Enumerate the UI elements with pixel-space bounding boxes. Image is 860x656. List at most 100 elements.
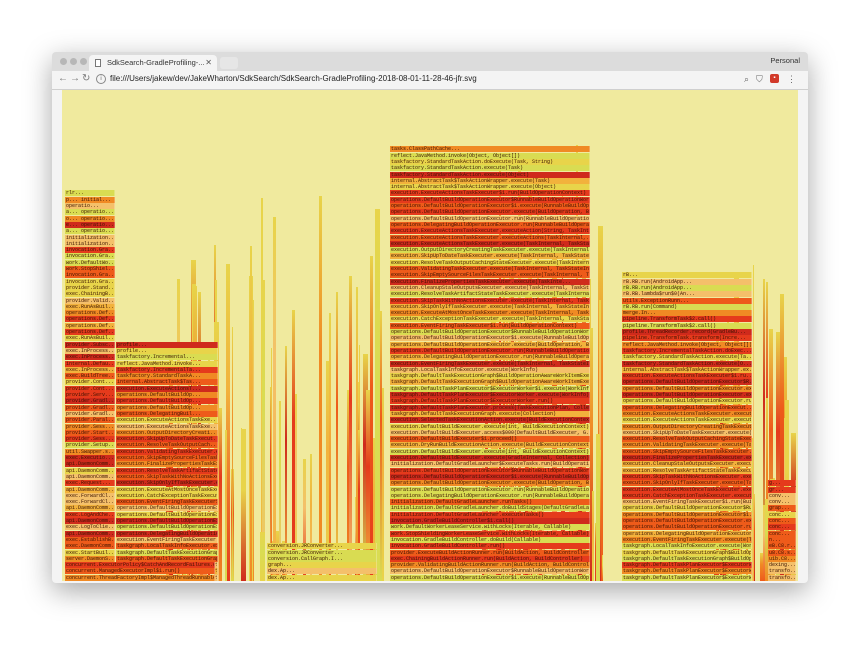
flame-stack[interactable] [259, 532, 265, 581]
flame-frame[interactable]: provider.ExecuteBuildActionRunner.run(Bu… [390, 549, 590, 556]
flame-frame[interactable]: transfo... [768, 574, 796, 581]
flame-frame[interactable]: provider.Subsc... [65, 341, 115, 348]
flame-stack[interactable] [291, 309, 295, 581]
flame-stack[interactable] [218, 408, 222, 581]
flame-frame[interactable]: invocation.Gra... [65, 278, 115, 285]
flame-frame[interactable]: pipeline.TransformTask$2.call() [622, 316, 752, 323]
flame-frame[interactable]: conc... [768, 530, 796, 537]
flame-frame[interactable]: operations.DefaultBuildOperationExecutor… [390, 329, 590, 335]
flame-frame[interactable]: taskfactory.StandardTaskAction.execute(T… [622, 354, 752, 361]
flame-stack[interactable] [224, 429, 227, 581]
flame-frame[interactable]: provider.Gradl... [65, 410, 115, 417]
flame-frame[interactable]: execution.CatchExceptionTaskExecuter.exe… [390, 316, 590, 323]
flame-frame[interactable]: operations.DefaultBuildOperationExecut..… [116, 505, 218, 512]
flame-frame[interactable]: execution.CleanupStaleOutputsExecuter.ex… [622, 461, 752, 468]
flame-frame[interactable]: execution.EventFiringTaskExecuter.execut… [622, 536, 752, 543]
flame-frame[interactable]: execution.ExecuteActionsTaskExecuter.exe… [622, 417, 752, 424]
flame-frame[interactable]: conc... [768, 524, 796, 531]
flame-frame[interactable]: invocation.Gra... [65, 272, 115, 279]
flame-frame[interactable]: rB.RB.lambda$run$0(An... [622, 291, 752, 298]
flame-frame[interactable]: api.DaemonComm... [65, 530, 115, 537]
flame-frame[interactable]: g... [768, 480, 796, 487]
flame-stack[interactable] [600, 449, 602, 581]
flame-frame[interactable]: operations.DelegatingBuil... [116, 410, 218, 417]
flame-frame[interactable]: provider.Valid... [65, 297, 115, 304]
flame-frame[interactable]: execution.CatchExceptionTaskExecuter.exe… [622, 492, 752, 499]
flame-frame[interactable]: execution.ValidatingTaskExecuter.exec... [116, 448, 218, 455]
zoom-window-icon[interactable] [80, 58, 87, 65]
close-window-icon[interactable] [60, 58, 67, 65]
flame-frame[interactable]: operations.DefaultBuildOperationExecutor… [622, 385, 752, 392]
flame-frame[interactable]: conversion.JRConverter... [267, 543, 377, 550]
flame-frame[interactable]: taskfactory.StandardTaskAction.execute(O… [622, 360, 752, 367]
flame-frame[interactable]: profile.ThreadRecorder.record(GradleBu..… [622, 329, 752, 335]
flame-frame[interactable]: operations.DefaultBuildOperationExecutor… [622, 379, 752, 386]
flame-frame[interactable]: rB.RB.run(AndroidApp... [622, 284, 752, 291]
flame-frame[interactable]: provider.Cont... [65, 379, 115, 386]
flame-frame[interactable]: taskfactory.Incremental... [116, 354, 218, 361]
flame-frame[interactable]: conc... [768, 511, 796, 518]
flame-frame[interactable]: operations.Def... [65, 329, 115, 335]
flame-frame[interactable]: taskgraph.DefaultTaskPlanExecutor$Execut… [390, 392, 590, 398]
extension-icon[interactable]: ▪ [770, 74, 779, 83]
flame-frame[interactable]: execution.EventFiringTaskExecuter.exe... [116, 536, 218, 543]
flame-frame[interactable]: invocation.Gra... [65, 253, 115, 260]
flame-frame[interactable]: execution.ExecuteAtMostOnceTaskExecu... [116, 486, 218, 493]
flame-frame[interactable]: execution.DefaultBuildExecuter.access$00… [390, 429, 590, 436]
flame-frame[interactable]: execution.DefaultBuildExecuter.execute(i… [390, 423, 590, 430]
flame-frame[interactable]: execution.SkipUpToDateTaskExecuter.execu… [390, 253, 590, 260]
flame-frame[interactable]: taskgraph.LocalTaskInfoExecutor.execute.… [116, 543, 218, 550]
flame-frame[interactable]: operations.DefaultBuildOperationExecutor… [390, 486, 590, 493]
flame-stack[interactable] [601, 555, 603, 581]
flame-frame[interactable]: merge.In... [622, 310, 752, 317]
flame-frame[interactable]: execution.FinalizePropertiesTaskExe... [116, 461, 218, 468]
flame-frame[interactable]: operations.DefaultBuildOp... [116, 404, 218, 411]
flame-frame[interactable]: taskfactory.StandardTaskAction.execute(O… [390, 171, 590, 178]
flame-frame[interactable]: execution.ExecuteActionsTaskExecuter.exe… [390, 240, 590, 247]
flame-frame[interactable]: taskfactory.IncrementalTa... [116, 366, 218, 373]
flame-frame[interactable]: a... operatio... [65, 209, 115, 216]
flame-frame[interactable]: reflect.JavaMethod.invoke(Object, Object… [622, 341, 752, 348]
flame-stack[interactable] [379, 310, 382, 581]
flame-frame[interactable]: dexing... [768, 562, 796, 569]
flame-frame[interactable]: execution.SkipOnlyIfTaskExecuter.execute… [390, 303, 590, 310]
flame-frame[interactable]: execution.EventFiringTaskExecuter.execut… [390, 360, 590, 367]
flame-frame[interactable]: gr... [768, 486, 796, 493]
minimize-window-icon[interactable] [70, 58, 77, 65]
flame-frame[interactable]: operations.DelegatingBuildOperationExecu… [390, 492, 590, 499]
flame-frame[interactable]: execution.ExecuteAtMostOnceTaskExecuter.… [622, 486, 752, 493]
flame-stack[interactable] [752, 264, 754, 581]
flame-frame[interactable]: operations.DefaultBuildOperationExecut..… [116, 524, 218, 531]
flame-stack[interactable] [240, 429, 246, 581]
flame-frame[interactable]: exec.StartBuil... [65, 549, 115, 556]
flame-stack[interactable] [592, 490, 595, 581]
flame-frame[interactable]: api.DaemonComm... [65, 461, 115, 468]
flame-frame[interactable]: conc... [768, 518, 796, 524]
flame-frame[interactable]: operations.DefaultBuildOperationExecutor… [622, 398, 752, 405]
flame-frame[interactable]: operations.DefaultBuildOperationExecutor… [622, 505, 752, 512]
flame-frame[interactable]: provider.Gradl... [65, 404, 115, 411]
flame-frame[interactable]: execution.CatchExceptionTaskExecuter... [116, 492, 218, 499]
search-icon[interactable]: ⌕ [744, 74, 749, 85]
flame-frame[interactable]: exec.RunAsBuil... [65, 303, 115, 310]
flame-frame[interactable]: operations.DefaultBuildOperationExecutor… [390, 335, 590, 342]
flame-frame[interactable]: execution.OutputDirectoryCreatingTaskExe… [390, 247, 590, 254]
flame-frame[interactable]: a... operatio... [65, 228, 115, 235]
flame-frame[interactable]: concurrent.ThreadFactoryImpl$ManagedThre… [65, 574, 215, 581]
flame-frame[interactable]: u8.C8.s... [768, 549, 796, 556]
flame-frame[interactable]: operations.DefaultBuildOperationExecutor… [622, 511, 752, 518]
flame-frame[interactable]: work.DefaultWo... [65, 259, 115, 266]
flame-frame[interactable]: taskgraph.DefaultTaskPlanExecutor$Execut… [390, 398, 590, 405]
flame-frame[interactable]: pipeline.TransformTask$2.call() [622, 322, 752, 329]
flame-frame[interactable]: execution.SkipOnlyIfTaskExecuter.exe... [116, 480, 218, 487]
flame-frame[interactable]: rB... [622, 272, 752, 279]
flame-frame[interactable]: taskgraph.DefaultTaskPlanExecutor$Execut… [390, 385, 590, 392]
flame-frame[interactable]: conv... [768, 492, 796, 499]
flame-frame[interactable]: execution.DefaultBuildExecuter.execute(i… [390, 448, 590, 455]
flame-frame[interactable]: taskgraph.DefaultTaskPlanExecutor$Execut… [622, 574, 752, 581]
flame-frame[interactable]: exec.ForwardCl... [65, 492, 115, 499]
flame-frame[interactable]: e... operatio... [65, 221, 115, 228]
flame-frame[interactable]: reflect.JavaMethod.invoke... [116, 360, 218, 367]
flame-frame[interactable]: execution.SkipUpToDateTaskExecut... [116, 436, 218, 443]
flame-frame[interactable]: exec.InProcess... [65, 354, 115, 361]
